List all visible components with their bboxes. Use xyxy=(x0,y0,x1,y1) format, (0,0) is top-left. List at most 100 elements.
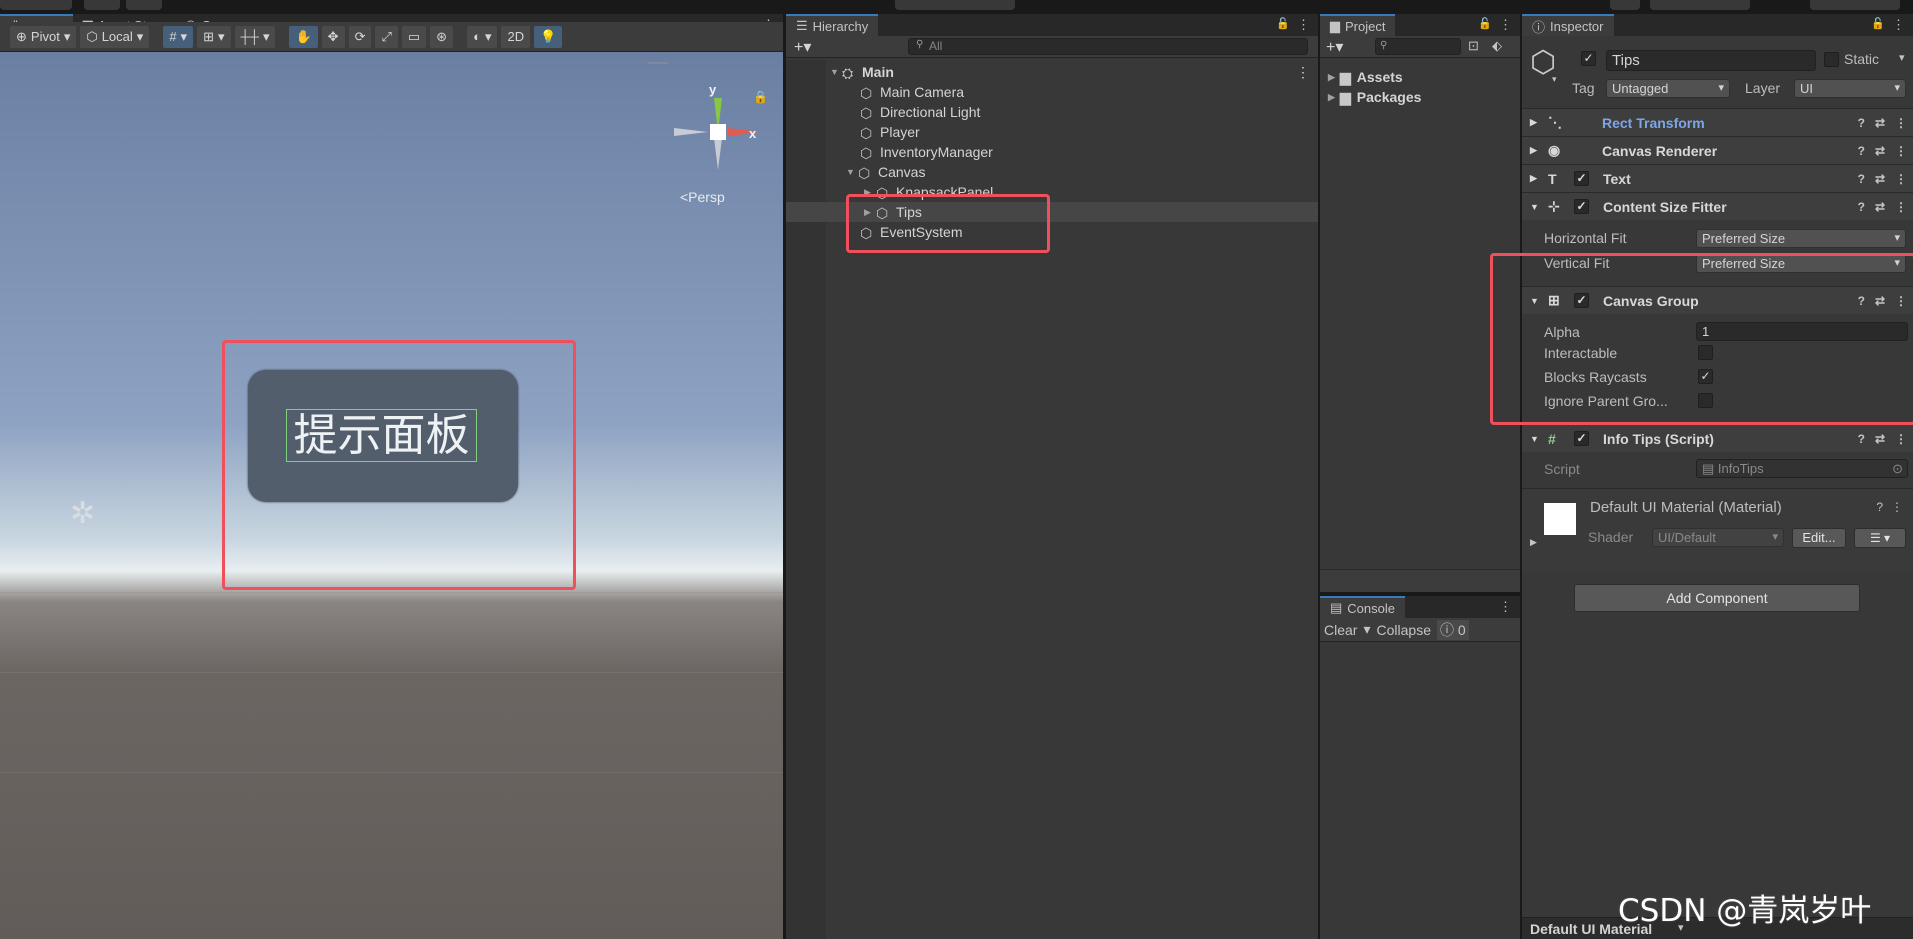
shader-options-dropdown[interactable]: ☰ ▾ xyxy=(1854,528,1906,548)
tab-project[interactable]: ▆ Project xyxy=(1320,14,1396,36)
tag-dropdown[interactable]: Untagged xyxy=(1606,79,1730,98)
ground-grid xyxy=(0,592,783,593)
preset-icon[interactable]: ⇄ xyxy=(1875,116,1885,130)
toolbar-pill[interactable] xyxy=(1810,0,1900,10)
tab-hierarchy[interactable]: ☰ Hierarchy xyxy=(786,14,879,36)
static-dropdown-icon[interactable]: ▾ xyxy=(1899,51,1905,64)
object-name-field[interactable]: Tips xyxy=(1606,50,1816,71)
grid-visibility-button[interactable]: ⊞ ▾ xyxy=(197,25,231,48)
rotate-tool-button[interactable]: ⟳ xyxy=(348,25,372,48)
kebab-icon[interactable]: ⋮ xyxy=(1895,116,1907,130)
error-count-badge[interactable]: ⓘ 0 xyxy=(1436,619,1469,640)
hierarchy-menu-icon[interactable]: ⋮ xyxy=(1297,17,1310,33)
list-icon: ☰ xyxy=(796,18,808,33)
inspector-menu-icon[interactable]: ⋮ xyxy=(1892,17,1905,33)
edit-shader-button[interactable]: Edit... xyxy=(1792,528,1846,548)
expand-arrow-icon[interactable]: ▶ xyxy=(1530,537,1537,548)
horizontal-fit-dropdown[interactable]: Preferred Size xyxy=(1696,229,1906,248)
hierarchy-row[interactable]: ⬡ Player xyxy=(786,122,1318,142)
hand-tool-button[interactable]: ✋ xyxy=(289,25,318,48)
filter-type-icon[interactable]: ⊡ xyxy=(1468,38,1479,54)
kebab-icon[interactable]: ⋮ xyxy=(1891,500,1903,514)
hierarchy-row-main[interactable]: ▼ ⛭ Main ⋮ xyxy=(786,62,1318,82)
filter-label-icon[interactable]: ⬖ xyxy=(1492,38,1502,54)
local-dropdown[interactable]: ⬡ Local ▾ xyxy=(80,25,150,48)
help-icon[interactable]: ? xyxy=(1858,144,1865,158)
move-tool-button[interactable]: ✥ xyxy=(321,25,345,48)
scene-viewport[interactable]: ✲ 🔒 y x <Persp 提示面板 xyxy=(0,52,783,939)
component-header-icons: ? ⇄ ⋮ xyxy=(1858,200,1907,214)
lock-icon[interactable]: 🔓 xyxy=(1276,17,1290,30)
2d-toggle[interactable]: 2D xyxy=(501,25,531,48)
kebab-icon[interactable]: ⋮ xyxy=(1895,432,1907,446)
clear-button[interactable]: Clear xyxy=(1324,622,1357,638)
active-checkbox[interactable]: ✓ xyxy=(1581,51,1596,66)
grid-snap-button[interactable]: # ▾ xyxy=(163,25,194,48)
enabled-checkbox[interactable]: ✓ xyxy=(1574,431,1589,446)
rect-tool-button[interactable]: ▭ xyxy=(401,25,427,48)
help-icon[interactable]: ? xyxy=(1876,500,1883,514)
hierarchy-row[interactable]: ⬡ InventoryManager xyxy=(786,142,1318,162)
enabled-checkbox[interactable]: ✓ xyxy=(1574,171,1589,186)
scale-tool-button[interactable]: ⤢ xyxy=(375,25,398,48)
expand-arrow-icon: ▶ xyxy=(1530,145,1537,155)
layer-dropdown[interactable]: UI xyxy=(1794,79,1906,98)
add-component-button[interactable]: Add Component xyxy=(1574,584,1860,612)
help-icon[interactable]: ? xyxy=(1858,172,1865,186)
enabled-checkbox[interactable]: ✓ xyxy=(1574,199,1589,214)
toolbar-pill[interactable] xyxy=(0,0,72,10)
hierarchy-row[interactable]: ⬡ Directional Light xyxy=(786,102,1318,122)
shader-dropdown[interactable]: UI/Default xyxy=(1652,528,1784,547)
kebab-icon[interactable]: ⋮ xyxy=(1895,144,1907,158)
help-icon[interactable]: ? xyxy=(1858,432,1865,446)
preset-icon[interactable]: ⇄ xyxy=(1875,432,1885,446)
collapse-button[interactable]: Collapse xyxy=(1377,622,1431,638)
project-item-packages[interactable]: ▶ ▆ Packages xyxy=(1328,87,1421,107)
toolbar-pill[interactable] xyxy=(84,0,120,10)
kebab-icon[interactable]: ⋮ xyxy=(1895,200,1907,214)
pivot-dropdown[interactable]: ⊕ Pivot ▾ xyxy=(10,25,77,48)
preset-icon[interactable]: ⇄ xyxy=(1875,144,1885,158)
component-rect-transform[interactable]: ▶ ⋱ Rect Transform ? ⇄ ⋮ xyxy=(1522,108,1913,136)
project-menu-icon[interactable]: ⋮ xyxy=(1499,17,1512,33)
component-canvas-renderer[interactable]: ▶ ◉ Canvas Renderer ? ⇄ ⋮ xyxy=(1522,136,1913,164)
script-field[interactable]: ▤ InfoTips ⊙ xyxy=(1696,459,1908,478)
chevron-down-icon[interactable]: ▾ xyxy=(1552,74,1557,85)
material-preview-swatch[interactable] xyxy=(1544,503,1576,535)
create-button[interactable]: +▾ xyxy=(1326,37,1343,57)
hierarchy-row[interactable]: ⬡ Main Camera xyxy=(786,82,1318,102)
toolbar-pill[interactable] xyxy=(126,0,162,10)
hierarchy-search-input[interactable]: All xyxy=(908,38,1308,55)
component-content-size-fitter[interactable]: ▼ ⊹ ✓ Content Size Fitter ? ⇄ ⋮ xyxy=(1522,192,1913,220)
preset-icon[interactable]: ⇄ xyxy=(1875,200,1885,214)
toolbar-pill[interactable] xyxy=(1650,0,1750,10)
add-object-button[interactable]: +▾ xyxy=(794,37,811,57)
component-text[interactable]: ▶ T ✓ Text ? ⇄ ⋮ xyxy=(1522,164,1913,192)
persp-label[interactable]: <Persp xyxy=(680,189,725,205)
tab-inspector[interactable]: ⓘ Inspector xyxy=(1522,14,1614,36)
tab-console[interactable]: ▤ Console xyxy=(1320,596,1405,618)
collapse-arrow-icon: ▼ xyxy=(1530,433,1539,444)
toolbar-pill[interactable] xyxy=(1610,0,1640,10)
project-item-assets[interactable]: ▶ ▆ Assets xyxy=(1328,67,1403,87)
help-icon[interactable]: ? xyxy=(1858,200,1865,214)
transform-tool-button[interactable]: ⊛ xyxy=(430,25,454,48)
kebab-icon[interactable]: ⋮ xyxy=(1895,172,1907,186)
lighting-toggle[interactable]: 💡 xyxy=(534,25,563,48)
lock-icon[interactable]: 🔓 xyxy=(1478,17,1492,30)
increment-snap-button[interactable]: ┼┼ ▾ xyxy=(234,25,276,48)
row-menu-icon[interactable]: ⋮ xyxy=(1296,64,1310,81)
static-checkbox[interactable] xyxy=(1824,52,1839,67)
help-icon[interactable]: ? xyxy=(1858,116,1865,130)
clear-options-dropdown[interactable]: ▾ xyxy=(1363,621,1370,638)
object-picker-icon[interactable]: ⊙ xyxy=(1892,460,1903,477)
lock-icon[interactable]: 🔓 xyxy=(1871,17,1885,30)
project-search-input[interactable] xyxy=(1375,38,1461,55)
console-menu-icon[interactable]: ⋮ xyxy=(1499,599,1512,615)
chevron-down-icon: ▾ xyxy=(136,28,144,44)
draw-mode-button[interactable]: ◐ ▾ xyxy=(467,25,498,48)
play-controls[interactable] xyxy=(895,0,1015,10)
hierarchy-row-canvas[interactable]: ▼ ⬡ Canvas xyxy=(786,162,1318,182)
preset-icon[interactable]: ⇄ xyxy=(1875,172,1885,186)
component-info-tips-script[interactable]: ▼ # ✓ Info Tips (Script) ? ⇄ ⋮ xyxy=(1522,424,1913,452)
